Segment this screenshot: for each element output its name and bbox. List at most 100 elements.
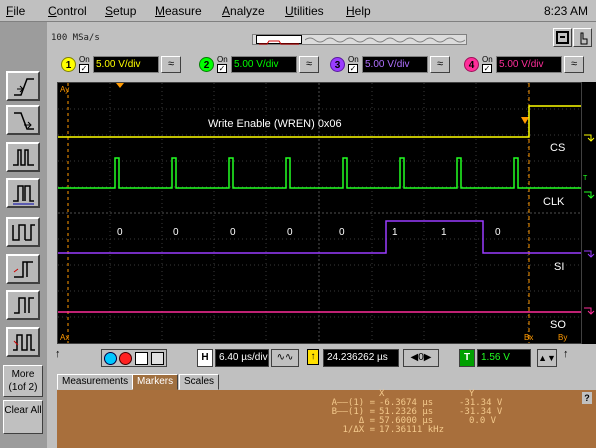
clear-all-label: Clear All [4, 405, 42, 416]
bit-label: 1 [441, 227, 447, 238]
pattern-trigger-button[interactable] [6, 178, 40, 208]
offset-markers: T [583, 134, 595, 315]
horizontal-scale-field[interactable]: 6.40 µs/div [215, 349, 269, 367]
waveform-display[interactable]: Write Enable (WREN) 0x06 0 0 0 0 0 1 1 0… [57, 82, 582, 344]
channel-3-badge[interactable]: 3 [330, 57, 345, 72]
bit-label: 0 [339, 227, 345, 238]
falling-edge-trigger-button[interactable] [6, 105, 40, 135]
menu-analyze[interactable]: Analyze [222, 4, 265, 18]
menu-control[interactable]: Control [48, 4, 87, 18]
tab-measurements[interactable]: Measurements [57, 374, 134, 390]
channel-4-checkbox[interactable]: ✓ [482, 64, 492, 73]
rising-edge-icon [14, 78, 34, 96]
trigger-level-button[interactable]: T [459, 349, 475, 367]
bit-label: 0 [173, 227, 179, 238]
menu-help-label: elp [354, 4, 371, 18]
stop-icon[interactable] [119, 352, 132, 365]
single-icon[interactable] [135, 352, 148, 365]
rising-edge-trigger-button[interactable] [6, 71, 40, 101]
channel-4-vdiv-field[interactable]: 5.00 V/div [496, 56, 562, 73]
channel-1-badge[interactable]: 1 [61, 57, 76, 72]
menu-help-mnemonic: H [346, 4, 355, 18]
glitch-trigger-button[interactable] [6, 142, 40, 172]
delay-reference-icon[interactable]: ↑ [307, 349, 319, 365]
channel-1-on-label: On [79, 55, 90, 64]
setup-hold-icon [13, 261, 33, 278]
setup-hold-trigger-button[interactable] [6, 254, 40, 284]
more-button[interactable]: More (1of 2) [3, 365, 43, 397]
marker-row-x: 17.36111 kHz [379, 425, 445, 435]
channel-3-vdiv-field[interactable]: 5.00 V/div [362, 56, 428, 73]
menu-utilities[interactable]: Utilities [285, 4, 324, 18]
clock: 8:23 AM [543, 4, 588, 18]
channel-3-checkbox[interactable]: ✓ [348, 64, 358, 73]
channel-3-coupling-button[interactable]: ≈ [430, 56, 450, 73]
bit-label: 1 [392, 227, 398, 238]
scroll-up-icon[interactable]: ↑ [55, 348, 61, 360]
sequence-trigger-button[interactable] [6, 327, 40, 357]
channel-1-checkbox[interactable]: ✓ [79, 64, 89, 73]
trigger-level-field[interactable]: 1.56 V [477, 349, 531, 367]
horizontal-scale-button[interactable]: H [197, 349, 213, 367]
falling-edge-icon [14, 112, 34, 130]
channel-1-on-toggle[interactable]: On ✓ [79, 55, 90, 73]
delay-stepper-icon: ◀0▶ [410, 352, 432, 363]
channel-3-controls: 3 On ✓ 5.00 V/div ≈ [330, 54, 450, 76]
tab-scales[interactable]: Scales [179, 374, 220, 390]
delay-stepper[interactable]: ◀0▶ [403, 349, 439, 367]
channel-4-coupling-button[interactable]: ≈ [564, 56, 584, 73]
help-icon[interactable]: ? [582, 392, 592, 404]
trigger-arrow-icon[interactable]: ↑ [563, 348, 569, 360]
fine-adjust-icon: ∿∿ [276, 352, 294, 363]
bit-label: 0 [495, 227, 501, 238]
channel-4-controls: 4 On ✓ 5.00 V/div ≈ [464, 54, 584, 76]
clear-all-button[interactable]: Clear All [3, 400, 43, 434]
overview-thumbnail-icon [259, 40, 299, 45]
waveform-overview-bar[interactable] [252, 34, 467, 45]
menu-help[interactable]: Help [346, 4, 371, 18]
pattern-icon [13, 185, 34, 205]
menu-control-mnemonic: C [48, 4, 57, 18]
menu-file[interactable]: File [6, 4, 25, 18]
fine-adjust-button[interactable]: ∿∿ [271, 349, 299, 367]
channel-1-coupling-button[interactable]: ≈ [161, 56, 181, 73]
transition-icon [14, 297, 34, 314]
markers-panel: ? X Y A——(1) = -6.3674 µs -31.34 V B——(1… [57, 389, 596, 448]
marker-row-label: 1/ΔX = [342, 425, 375, 435]
channel-2-vdiv-field[interactable]: 5.00 V/div [231, 56, 297, 73]
touch-mode-button[interactable] [573, 28, 592, 47]
channel-1-vdiv-field[interactable]: 5.00 V/div [93, 56, 159, 73]
channel-4-badge[interactable]: 4 [464, 57, 479, 72]
channel-4-on-toggle[interactable]: On ✓ [482, 55, 493, 73]
channel-offset-margin: T [582, 82, 596, 344]
ch1-ground-icon [584, 134, 595, 142]
transition-trigger-button[interactable] [6, 290, 40, 320]
stepper-icon: ▲▼ [538, 353, 556, 363]
display-mode-icon [556, 31, 569, 44]
print-icon[interactable] [151, 352, 164, 365]
pulse-width-trigger-button[interactable] [6, 217, 40, 247]
trigger-sidebar: More (1of 2) Clear All [0, 22, 47, 448]
channel-1-controls: 1 On ✓ 5.00 V/div ≈ [61, 54, 181, 76]
channel-3-on-toggle[interactable]: On ✓ [348, 55, 359, 73]
channel-2-badge[interactable]: 2 [199, 57, 214, 72]
channel-2-coupling-button[interactable]: ≈ [299, 56, 319, 73]
channel-2-on-toggle[interactable]: On ✓ [217, 55, 228, 73]
menu-setup[interactable]: Setup [105, 4, 136, 18]
horizontal-delay-field[interactable]: 24.236262 µs [323, 349, 399, 367]
menu-utilities-mnemonic: U [285, 4, 294, 18]
cs-label: CS [550, 142, 565, 154]
display-mode-button[interactable] [553, 28, 572, 47]
menu-measure[interactable]: Measure [155, 4, 202, 18]
menu-utilities-label: tilities [293, 4, 324, 18]
marker-row-y: 0.0 V [469, 416, 497, 426]
tab-markers[interactable]: Markers [132, 374, 179, 390]
overview-viewport[interactable] [256, 35, 302, 45]
run-icon[interactable] [104, 352, 117, 365]
channel-toolbar: 100 MSa/s 1 On ✓ 5.00 V/div ≈ 2 On ✓ 5.00 … [47, 22, 596, 82]
channel-3-on-label: On [348, 55, 359, 64]
oscilloscope-app: File Control Setup Measure Analyze Utili… [0, 0, 596, 448]
trigger-level-stepper[interactable]: ▲▼ [537, 349, 557, 367]
channel-2-checkbox[interactable]: ✓ [217, 64, 227, 73]
channel-4-on-label: On [482, 55, 493, 64]
